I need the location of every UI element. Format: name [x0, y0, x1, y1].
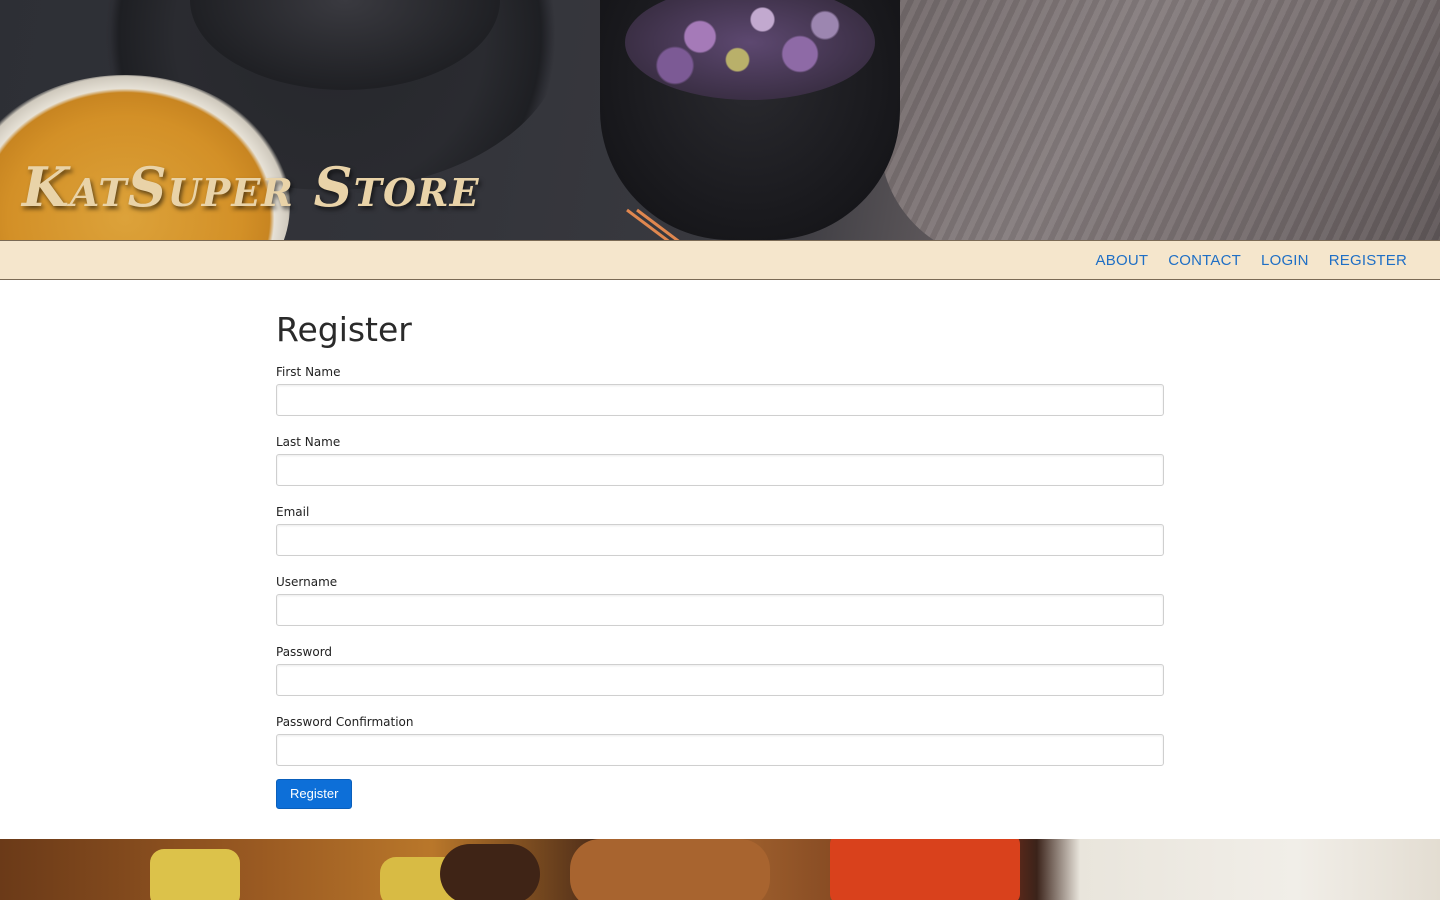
footer-photo-chicken [570, 839, 770, 900]
first-name-input[interactable] [276, 384, 1164, 416]
password-group: Password [276, 644, 1164, 696]
footer-food-photo [0, 839, 1440, 900]
last-name-label: Last Name [276, 435, 341, 449]
nav-link-contact[interactable]: CONTACT [1168, 252, 1241, 269]
last-name-input[interactable] [276, 454, 1164, 486]
email-group: Email [276, 504, 1164, 556]
register-form-container: Register First Name Last Name Email User… [276, 300, 1164, 809]
banner-photo-cloth [880, 0, 1440, 240]
password-confirmation-label: Password Confirmation [276, 715, 414, 729]
username-group: Username [276, 574, 1164, 626]
password-label: Password [276, 645, 333, 659]
first-name-label: First Name [276, 365, 341, 379]
top-navbar: ABOUT CONTACT LOGIN REGISTER [0, 240, 1440, 280]
nav-link-login[interactable]: LOGIN [1261, 252, 1309, 269]
footer-photo-mushroom [440, 844, 540, 900]
nav-link-register[interactable]: REGISTER [1329, 252, 1407, 269]
page-title: Register [276, 310, 412, 349]
footer-photo-potato [150, 849, 240, 900]
username-label: Username [276, 575, 338, 589]
email-input[interactable] [276, 524, 1164, 556]
nav-link-about[interactable]: ABOUT [1096, 252, 1149, 269]
first-name-group: First Name [276, 364, 1164, 416]
site-logo[interactable]: KatSuper Store [22, 155, 480, 225]
password-input[interactable] [276, 664, 1164, 696]
last-name-group: Last Name [276, 434, 1164, 486]
password-confirmation-input[interactable] [276, 734, 1164, 766]
nav-links: ABOUT CONTACT LOGIN REGISTER [1096, 241, 1407, 279]
password-confirmation-group: Password Confirmation [276, 714, 1164, 766]
register-button[interactable]: Register [276, 779, 353, 809]
hero-banner: KatSuper Store [0, 0, 1440, 240]
banner-photo-chopsticks [626, 208, 680, 240]
register-form: First Name Last Name Email Username Pass… [276, 364, 1164, 809]
footer-photo-pepper [830, 839, 1020, 900]
username-input[interactable] [276, 594, 1164, 626]
email-label: Email [276, 505, 310, 519]
